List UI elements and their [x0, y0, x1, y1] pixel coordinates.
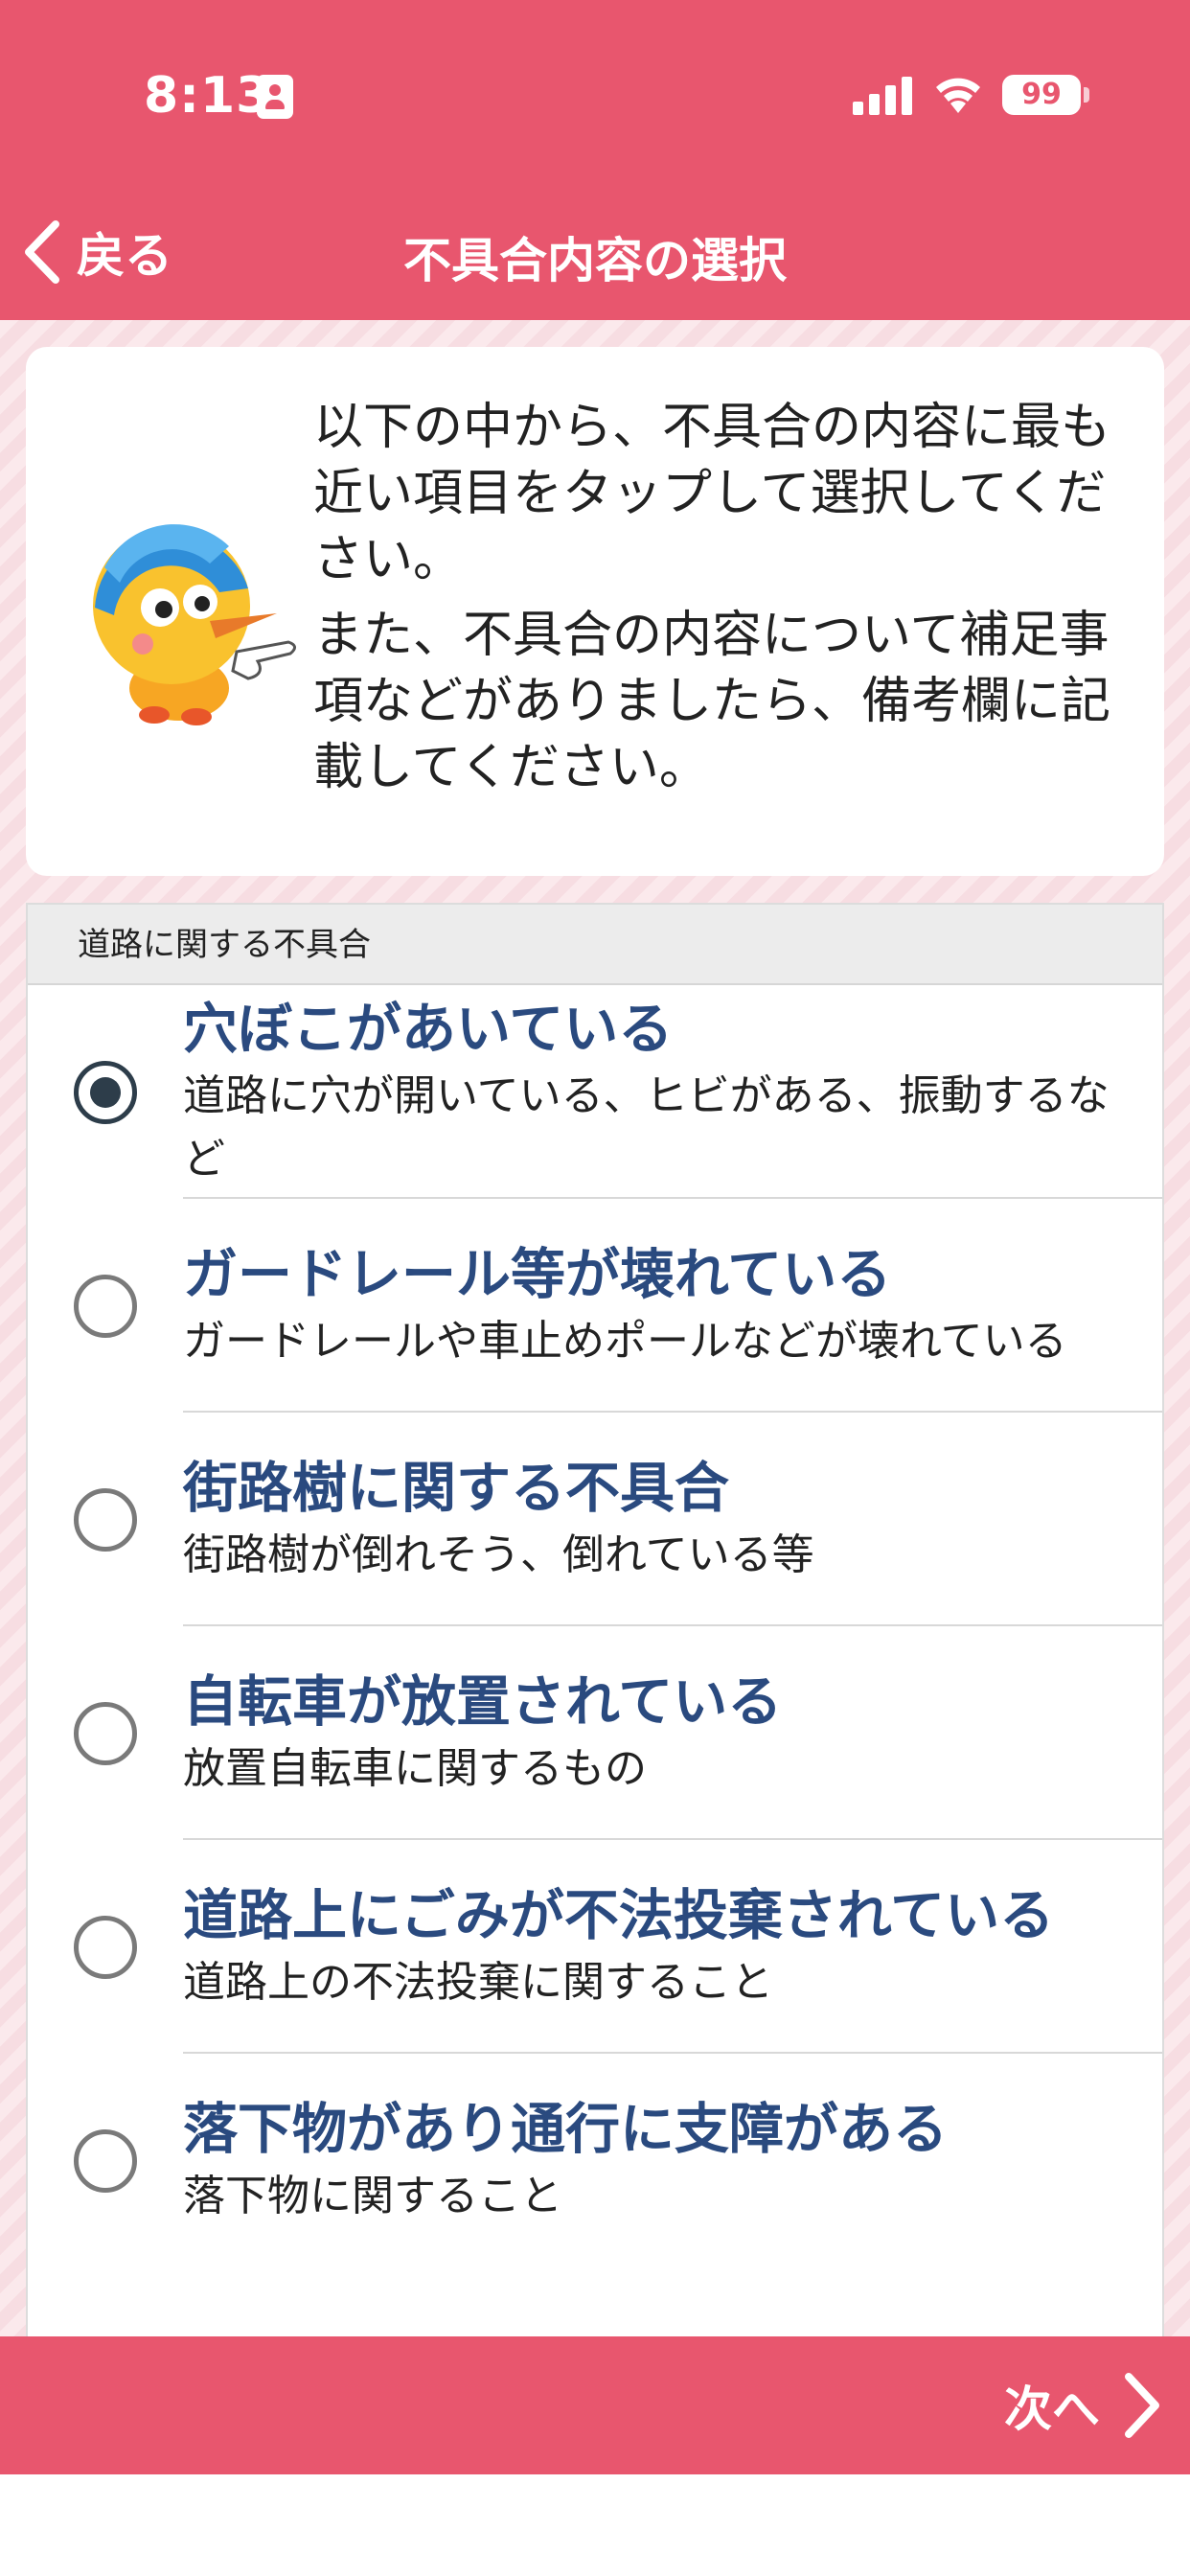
list-item-guardrail[interactable]: ガードレール等が壊れている ガードレールや車止めポールなどが壊れている: [28, 1199, 1162, 1413]
next-label: 次へ: [1004, 2381, 1100, 2437]
item-description: ガードレールや車止めポールなどが壊れている: [183, 1316, 1067, 1366]
status-time: 8:13: [144, 67, 272, 125]
radio-button[interactable]: [74, 1487, 137, 1552]
radio-button[interactable]: [74, 1701, 137, 1765]
list-item-abandoned-bicycle[interactable]: 自転車が放置されている 放置自転車に関するもの: [28, 1626, 1162, 1840]
item-description: 放置自転車に関するもの: [183, 1743, 647, 1793]
item-title: ガードレール等が壊れている: [183, 1242, 892, 1306]
radio-button[interactable]: [74, 2128, 137, 2193]
list-item-street-trees[interactable]: 街路樹に関する不具合 街路樹が倒れそう、倒れている等: [28, 1413, 1162, 1626]
radio-button[interactable]: [74, 1915, 137, 1979]
bottom-toolbar: 次へ: [0, 2336, 1190, 2474]
page-title: 不具合内容の選択: [403, 233, 787, 288]
item-title: 落下物があり通行に支障がある: [183, 2097, 948, 2161]
mascot-bird-icon: [93, 524, 296, 725]
battery-tip: [1084, 87, 1089, 103]
chevron-right-icon: [1125, 2373, 1159, 2438]
item-description: 落下物に関すること: [183, 2171, 562, 2220]
person-badge-icon: [257, 75, 293, 119]
intro-paragraph-1: 以下の中から、不具合の内容に最も近い項目をタップして選択してください。: [313, 399, 1111, 588]
item-title: 自転車が放置されている: [183, 1669, 783, 1734]
list-item-pothole[interactable]: 穴ぼこがあいている 道路に穴が開いている、ヒビがある、振動するなど: [28, 985, 1162, 1199]
item-title: 穴ぼこがあいている: [183, 997, 674, 1061]
cellular-signal-icon: [853, 77, 914, 115]
list-item-fallen-objects[interactable]: 落下物があり通行に支障がある 落下物に関すること: [28, 2054, 1162, 2267]
list-item-illegal-dumping[interactable]: 道路上にごみが不法投棄されている 道路上の不法投棄に関すること: [28, 1840, 1162, 2054]
item-title: 街路樹に関する不具合: [183, 1456, 729, 1520]
content-area[interactable]: 以下の中から、不具合の内容に最も近い項目をタップして選択してください。 また、不…: [0, 320, 1190, 2336]
item-description: 街路樹が倒れそう、倒れている等: [183, 1530, 814, 1579]
item-description: 道路上の不法投棄に関すること: [183, 1957, 773, 2007]
item-title: 道路上にごみが不法投棄されている: [183, 1883, 1055, 1947]
item-description: 道路に穴が開いている、ヒビがある、振動するなど: [183, 1070, 1110, 1184]
wifi-icon: [936, 78, 980, 113]
section-header: 道路に関する不具合: [28, 905, 1162, 985]
intro-text: 以下の中から、不具合の内容に最も近い項目をタップして選択してください。 また、不…: [313, 395, 1137, 811]
intro-paragraph-2: また、不具合の内容について補足事項などがありましたら、備考欄に記載してください。: [313, 607, 1111, 796]
next-button[interactable]: 次へ: [1004, 2365, 1163, 2446]
radio-button[interactable]: [74, 1274, 137, 1338]
radio-button-selected[interactable]: [74, 1060, 137, 1124]
app-header: 8:13 99 戻る 不具合内容の選択: [0, 0, 1190, 320]
issue-list: 道路に関する不具合 穴ぼこがあいている 道路に穴が開いている、ヒビがある、振動す…: [26, 903, 1164, 2336]
intro-card: 以下の中から、不具合の内容に最も近い項目をタップして選択してください。 また、不…: [26, 347, 1164, 876]
battery-icon: 99: [1002, 75, 1081, 115]
